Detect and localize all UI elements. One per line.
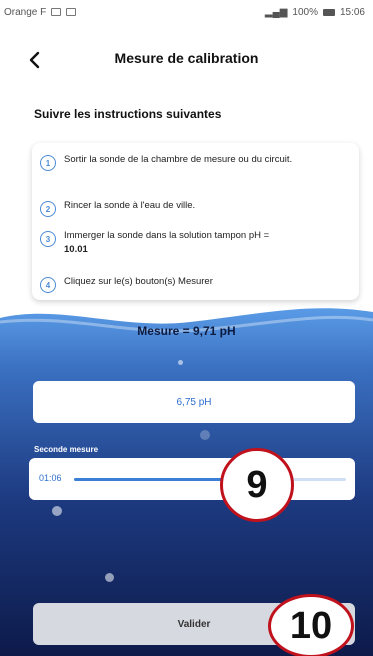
step-text-main: Immerger la sonde dans la solution tampo… xyxy=(64,230,270,241)
step-text: Cliquez sur le(s) bouton(s) Mesurer xyxy=(64,276,213,287)
signal-icon: ▂▄▆ xyxy=(264,6,288,18)
instructions-card: 1 Sortir la sonde de la chambre de mesur… xyxy=(32,143,359,300)
step-text: Rincer la sonde à l'eau de ville. xyxy=(64,200,196,211)
instructions-heading: Suivre les instructions suivantes xyxy=(34,107,222,121)
annotation-10: 10 xyxy=(268,594,354,656)
annotation-10-label: 10 xyxy=(289,604,333,647)
step-number: 1 xyxy=(40,155,56,171)
second-measure-label: Seconde mesure xyxy=(34,445,99,454)
bubble xyxy=(52,506,62,516)
status-right: ▂▄▆ 100% 15:06 xyxy=(265,7,365,18)
progress-bar xyxy=(74,478,346,481)
step-number: 3 xyxy=(40,231,56,247)
step-text: Immerger la sonde dans la solution tampo… xyxy=(64,229,269,257)
measure-result: Mesure = 9,71 pH xyxy=(137,324,236,338)
status-left: Orange F xyxy=(4,6,77,18)
step-2: 2 Rincer la sonde à l'eau de ville. xyxy=(40,199,345,217)
progress-fill xyxy=(74,478,224,481)
bubble xyxy=(200,430,210,440)
step-1: 1 Sortir la sonde de la chambre de mesur… xyxy=(40,153,345,171)
step-text: Sortir la sonde de la chambre de mesure … xyxy=(64,154,293,165)
step-ph-value: 10.01 xyxy=(64,244,88,255)
step-3: 3 Immerger la sonde dans la solution tam… xyxy=(40,229,345,257)
timer: 01:06 xyxy=(39,473,62,483)
first-measure-value: 6,75 pH xyxy=(176,396,212,408)
step-4: 4 Cliquez sur le(s) bouton(s) Mesurer xyxy=(40,275,345,293)
second-measure-box[interactable]: 01:06 xyxy=(29,458,355,500)
battery-icon xyxy=(322,8,335,16)
bubble xyxy=(105,573,114,582)
notification-icon xyxy=(51,8,62,16)
page-title: Mesure de calibration xyxy=(114,50,259,66)
annotation-9: 9 xyxy=(220,448,294,522)
header: Mesure de calibration xyxy=(0,40,373,80)
first-measure-box[interactable]: 6,75 pH xyxy=(33,381,355,423)
battery-percent: 100% xyxy=(292,6,318,18)
annotation-9-label: 9 xyxy=(246,463,268,506)
bubble xyxy=(178,360,183,365)
validate-label: Valider xyxy=(177,618,211,630)
status-bar: Orange F ▂▄▆ 100% 15:06 xyxy=(0,0,373,24)
step-number: 2 xyxy=(40,201,56,217)
clock: 15:06 xyxy=(339,6,365,18)
step-number: 4 xyxy=(40,277,56,293)
carrier-label: Orange F xyxy=(4,6,47,18)
screen-icon xyxy=(66,8,77,16)
